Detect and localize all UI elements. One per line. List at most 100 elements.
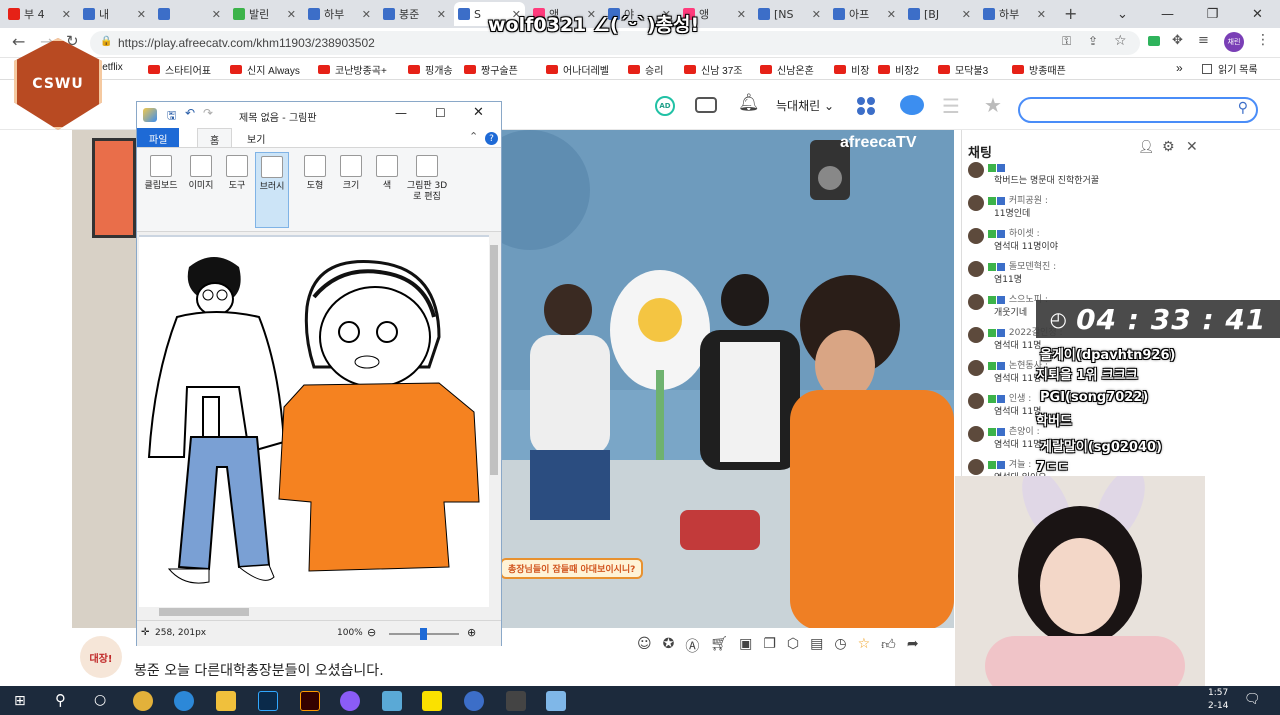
hamburger-icon[interactable]: ☰ xyxy=(942,94,960,118)
cart-icon[interactable]: 🛒︎ xyxy=(710,636,728,656)
tab-close-icon[interactable]: ✕ xyxy=(962,8,971,21)
chat-avatar[interactable] xyxy=(968,393,984,409)
extensions-icon[interactable]: ✥ xyxy=(1172,33,1183,48)
sticker-icon[interactable]: ▣ xyxy=(739,636,752,656)
extension-green-icon[interactable] xyxy=(1148,36,1160,46)
tab-close-icon[interactable]: ✕ xyxy=(887,8,896,21)
clock-icon[interactable]: ◷ xyxy=(834,636,846,656)
redo-icon[interactable]: ↷ xyxy=(203,106,213,120)
tab-close-icon[interactable]: ✕ xyxy=(812,8,821,21)
minimize-button[interactable]: — xyxy=(1145,0,1190,28)
notification-icon[interactable]: 🗨︎ xyxy=(1244,692,1261,707)
back-icon[interactable]: ← xyxy=(12,32,25,51)
bookmark-item[interactable]: 비장2 xyxy=(878,62,919,77)
hscroll-thumb[interactable] xyxy=(159,608,249,616)
undo-icon[interactable]: ↶ xyxy=(185,106,195,120)
chat-avatar[interactable] xyxy=(968,360,984,376)
chat-users-icon[interactable]: 👤︎ xyxy=(1138,140,1155,155)
chat-avatar[interactable] xyxy=(968,162,984,178)
search-input[interactable]: ⚲ xyxy=(1018,97,1258,123)
app-purple-icon[interactable] xyxy=(340,691,360,711)
chat-nick[interactable]: 츤양이 : xyxy=(988,426,1040,438)
zoom-out-button[interactable]: ⊖ xyxy=(367,626,376,639)
quick-save-icon[interactable]: 🖫 xyxy=(167,107,176,126)
bookmark-item[interactable]: 핑개송 xyxy=(408,62,453,77)
canvas-vscrollbar[interactable] xyxy=(489,235,499,607)
profile-avatar[interactable]: 채린 xyxy=(1224,32,1244,52)
close-button[interactable]: ✕ xyxy=(1235,0,1280,28)
chat-nick[interactable]: 하이셋 : xyxy=(988,228,1040,240)
ribbon-tool[interactable]: 색 xyxy=(373,152,401,228)
paint-maximize-button[interactable]: ☐ xyxy=(435,106,446,120)
bookmark-item[interactable]: 신남 37조 xyxy=(684,62,743,77)
ad-badge[interactable]: AD xyxy=(655,96,675,116)
reading-list[interactable]: 읽기 목록 xyxy=(1202,61,1258,76)
browser-tab[interactable]: 하부 ✕ xyxy=(304,2,375,26)
browser-tab[interactable]: 내 ✕ xyxy=(79,2,150,26)
gamepad-icon[interactable] xyxy=(695,97,717,113)
bell-icon[interactable]: 🔔︎ xyxy=(738,93,760,113)
chat-avatar[interactable] xyxy=(968,459,984,475)
paint-close-button[interactable]: ✕ xyxy=(473,105,484,120)
chat-avatar[interactable] xyxy=(968,228,984,244)
paint-taskbar-icon[interactable] xyxy=(546,691,566,711)
tab-close-icon[interactable]: ✕ xyxy=(1037,8,1046,21)
kakaotalk-icon[interactable] xyxy=(422,691,442,711)
media-icon[interactable]: ≡ xyxy=(1198,33,1209,48)
bookmark-item[interactable]: 코난방종곡+ xyxy=(318,62,387,77)
afreeca-icon[interactable] xyxy=(464,691,484,711)
ribbon-tool[interactable]: 도구 xyxy=(221,152,253,228)
browser-tab[interactable]: 부 4 ✕ xyxy=(4,2,75,26)
ad-icon[interactable]: Ⓐ xyxy=(685,636,699,656)
emoji-icon[interactable]: ☺ xyxy=(637,636,652,656)
browser-tab[interactable]: 발린 ✕ xyxy=(229,2,300,26)
film-icon[interactable]: ▤ xyxy=(810,636,823,656)
tab-search-icon[interactable]: ⌄ xyxy=(1100,0,1145,28)
chat-avatar[interactable] xyxy=(968,426,984,442)
bookmark-item[interactable]: 방종때픈 xyxy=(1012,62,1066,77)
ribbon-tool[interactable]: 크기 xyxy=(333,152,369,228)
tab-close-icon[interactable]: ✕ xyxy=(137,8,146,21)
star-icon[interactable]: ☆ xyxy=(1114,33,1127,49)
task-view-icon[interactable]: ○ xyxy=(94,692,106,708)
tab-close-icon[interactable]: ✕ xyxy=(437,8,446,21)
restore-button[interactable]: ❐ xyxy=(1190,0,1235,28)
browser-tab[interactable]: [NS ✕ xyxy=(754,2,825,26)
ribbon-collapse-icon[interactable]: ⌃ xyxy=(469,130,478,143)
tab-close-icon[interactable]: ✕ xyxy=(287,8,296,21)
bookmark-star-icon[interactable]: ☆ xyxy=(858,636,871,656)
key-icon[interactable]: ⚿ xyxy=(1062,34,1071,49)
browser-tab[interactable]: [BJ ✕ xyxy=(904,2,975,26)
folder-icon[interactable] xyxy=(216,691,236,711)
search-taskbar-icon[interactable]: ⚲ xyxy=(55,691,66,709)
tab-close-icon[interactable]: ✕ xyxy=(362,8,371,21)
apps-icon[interactable] xyxy=(857,97,875,115)
chat-avatar[interactable] xyxy=(968,261,984,277)
chat-settings-icon[interactable]: ⚙ xyxy=(1162,139,1175,155)
thumbs-up-icon[interactable]: 👍︎ xyxy=(881,636,896,656)
bookmarks-more-icon[interactable]: » xyxy=(1176,61,1183,75)
bookmark-item[interactable]: 비장 xyxy=(834,62,869,77)
share-icon[interactable]: ⇪ xyxy=(1088,34,1098,48)
vscroll-thumb[interactable] xyxy=(490,245,498,475)
bookmark-item[interactable]: 승리 xyxy=(628,62,663,77)
illustrator-icon[interactable] xyxy=(300,691,320,711)
ribbon-tool[interactable]: 브러시 xyxy=(255,152,289,228)
chat-nick[interactable]: 돌모덴혁진 : xyxy=(988,261,1056,273)
chat-close-icon[interactable]: ✕ xyxy=(1186,139,1198,155)
bookmark-item[interactable]: 어나더레벨 xyxy=(546,62,609,77)
bookmark-item[interactable]: 신지 Always xyxy=(230,62,300,77)
share-arrow-icon[interactable]: ➦ xyxy=(907,636,919,656)
bookmark-item[interactable]: 스타티어표 xyxy=(148,62,211,77)
browser-tab[interactable]: ✕ xyxy=(154,2,225,26)
chat-nick[interactable]: 인생 : xyxy=(988,393,1031,405)
app-notepad-icon[interactable] xyxy=(382,691,402,711)
browser-tab[interactable]: 봉준 ✕ xyxy=(379,2,450,26)
photoshop-icon[interactable] xyxy=(258,691,278,711)
ribbon-tool[interactable]: 클립보드 xyxy=(141,152,181,228)
paint-minimize-button[interactable]: — xyxy=(395,106,407,120)
zoom-in-button[interactable]: ⊕ xyxy=(467,626,476,639)
bj-avatar[interactable]: 대장! xyxy=(80,636,122,678)
browser-tab[interactable]: 아프 ✕ xyxy=(829,2,900,26)
bookmark-item[interactable]: 모닥불3 xyxy=(938,62,988,77)
